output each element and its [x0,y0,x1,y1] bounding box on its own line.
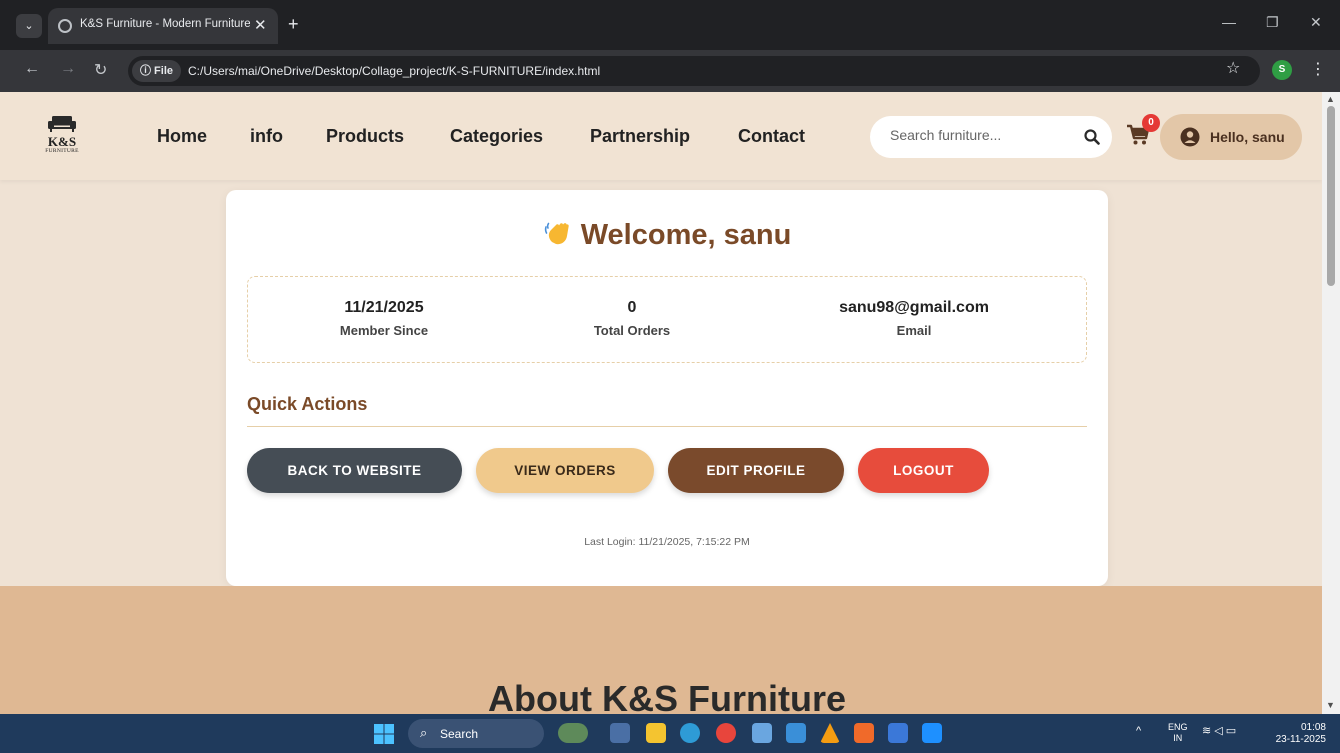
tab-close-icon[interactable]: ✕ [254,16,267,34]
word-icon[interactable] [888,723,908,743]
file-explorer-icon[interactable] [646,723,666,743]
stat-member-since: 11/21/2025 Member Since [334,299,434,338]
user-greeting: Hello, sanu [1210,129,1285,145]
browser-tab[interactable]: K&S Furniture - Modern Furniture ✕ [48,8,278,44]
window-close-icon[interactable]: ✕ [1310,14,1322,31]
scroll-down-icon[interactable]: ▼ [1326,700,1335,710]
omnibox[interactable]: ⓘ File C:/Users/mai/OneDrive/Desktop/Col… [128,56,1260,86]
url-text[interactable]: C:/Users/mai/OneDrive/Desktop/Collage_pr… [188,64,600,78]
taskbar-search[interactable]: ⌕ Search [408,719,544,748]
stat-value: 0 [627,299,637,316]
logout-button[interactable]: LOGOUT [858,448,989,493]
wifi-volume-battery-icons[interactable]: ≋ ◁ ▭ [1202,726,1236,737]
language-indicator[interactable]: ENG IN [1168,722,1188,744]
site-logo[interactable]: K&S FURNITURE [40,114,84,158]
restore-icon[interactable]: ❐ [1266,14,1279,31]
waving-hand-icon [544,222,569,245]
profile-card: Welcome, sanu 11/21/2025 Member Since 0 … [226,190,1108,586]
back-arrow-icon[interactable]: ← [24,60,40,78]
forward-arrow-icon[interactable]: → [60,60,76,78]
nav-info[interactable]: info [250,126,283,147]
xampp-icon[interactable] [854,723,874,743]
vlc-icon[interactable] [820,723,840,743]
stat-label: Total Orders [593,323,671,338]
stats-panel: 11/21/2025 Member Since 0 Total Orders s… [247,276,1087,363]
stat-total-orders: 0 Total Orders [582,299,682,338]
tab-search-chevron-icon[interactable]: ⌄ [16,14,42,38]
windows-start-icon[interactable] [374,724,394,744]
widgets-icon[interactable] [558,723,588,743]
stat-label: Email [896,323,932,338]
notepad-icon[interactable] [786,723,806,743]
search-icon[interactable] [1084,129,1100,145]
site-info-chip[interactable]: ⓘ File [132,60,182,82]
edge-icon[interactable] [680,723,700,743]
user-circle-icon [1180,127,1200,147]
scroll-up-icon[interactable]: ▲ [1326,94,1335,104]
back-to-website-button[interactable]: BACK TO WEBSITE [247,448,462,493]
snipping-tool-icon[interactable] [610,723,630,743]
taskbar-clock[interactable]: 01:08 23-11-2025 [1266,722,1326,746]
about-title: About K&S Furniture [488,678,846,714]
bookmark-star-icon[interactable]: ☆ [1226,58,1240,78]
user-menu-button[interactable]: Hello, sanu [1160,114,1302,160]
logo-subtext: FURNITURE [45,148,79,154]
stat-value: sanu98@gmail.com [839,299,989,316]
sofa-icon [48,116,76,132]
about-section: About K&S Furniture [0,586,1322,714]
nav-contact[interactable]: Contact [738,126,805,147]
welcome-heading: Welcome, sanu [226,218,1108,252]
lang-top: ENG [1168,722,1188,732]
nav-categories[interactable]: Categories [450,126,543,147]
chrome-icon[interactable] [716,723,736,743]
tab-title: K&S Furniture - Modern Furniture [80,18,250,30]
site-header: K&S FURNITURE Home info Products Categor… [0,92,1322,180]
quick-actions-divider [247,426,1087,427]
welcome-text: Welcome, sanu [580,219,792,251]
page-viewport: K&S FURNITURE Home info Products Categor… [0,92,1322,714]
clock-date: 23-11-2025 [1275,734,1326,745]
search-input[interactable] [890,127,1070,143]
tray-chevron-icon[interactable]: ^ [1136,726,1141,737]
nav-products[interactable]: Products [326,126,404,147]
browser-tab-bar: ⌄ K&S Furniture - Modern Furniture ✕ + —… [0,0,1340,50]
address-bar: ← → ↻ ⓘ File C:/Users/mai/OneDrive/Deskt… [0,50,1340,92]
reload-icon[interactable]: ↻ [94,60,107,80]
scrollbar-thumb[interactable] [1327,106,1335,286]
edit-profile-button[interactable]: EDIT PROFILE [668,448,844,493]
view-orders-button[interactable]: VIEW ORDERS [476,448,654,493]
paint-icon[interactable] [752,723,772,743]
search-icon: ⌕ [420,725,428,740]
page-scrollbar[interactable]: ▲ ▼ [1322,92,1340,714]
clock-time: 01:08 [1300,722,1326,733]
stat-email: sanu98@gmail.com Email [814,299,1014,338]
taskbar-search-label: Search [440,727,479,741]
stat-value: 11/21/2025 [344,299,424,316]
stat-label: Member Since [339,323,429,338]
vscode-icon[interactable] [922,723,942,743]
lang-bottom: IN [1173,733,1183,743]
nav-home[interactable]: Home [157,126,207,147]
last-login-text: Last Login: 11/21/2025, 7:15:22 PM [584,536,750,548]
new-tab-plus-icon[interactable]: + [288,14,299,35]
minimize-icon[interactable]: — [1222,14,1236,30]
windows-taskbar: ⌕ Search ^ ENG IN ≋ ◁ ▭ 01:08 23-11-2025 [0,714,1340,753]
globe-icon [58,19,72,33]
cart-count-badge: 0 [1142,114,1160,132]
nav-partnership[interactable]: Partnership [590,126,690,147]
browser-profile-avatar[interactable]: S [1272,60,1292,80]
browser-menu-icon[interactable]: ⋮ [1310,59,1326,79]
search-box [870,116,1112,158]
quick-actions-title: Quick Actions [247,394,368,414]
